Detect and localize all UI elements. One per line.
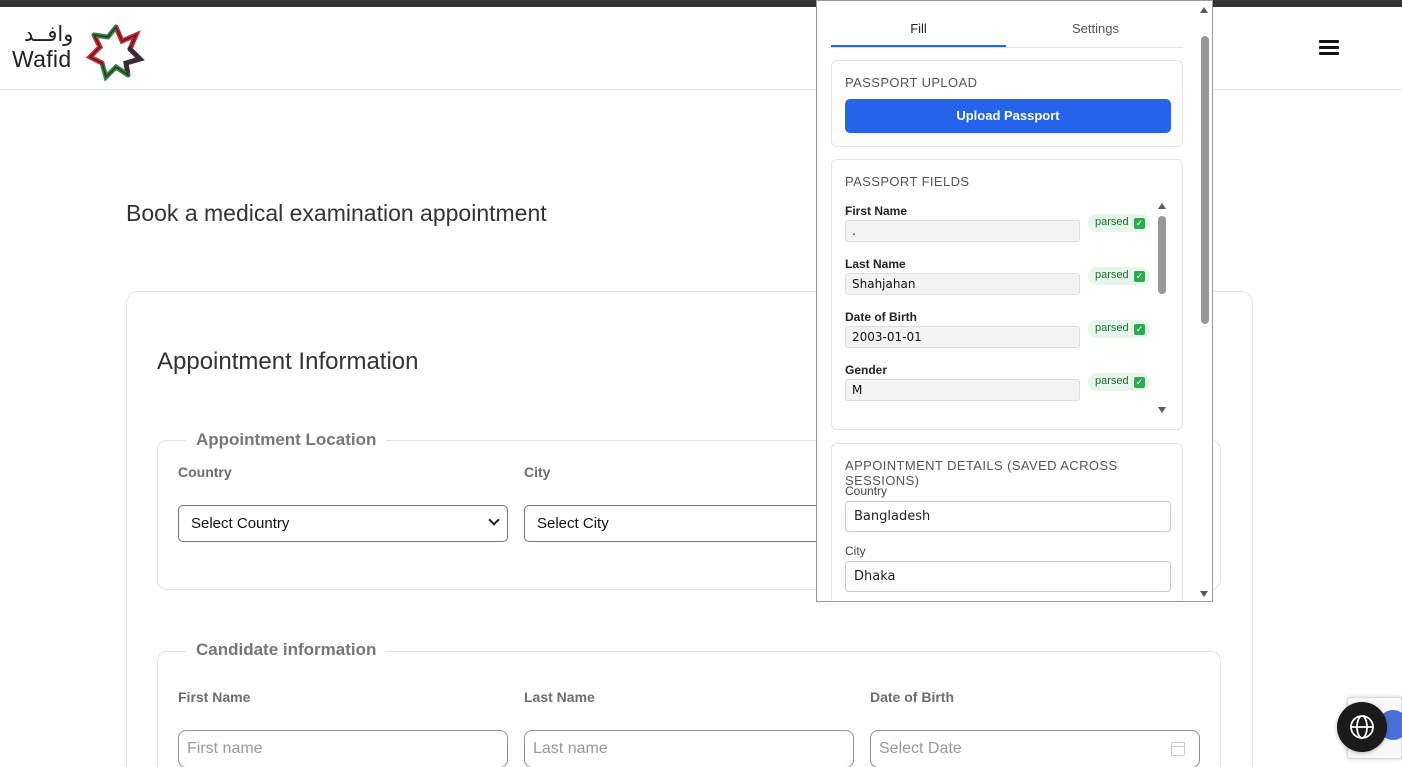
menu-bar (1319, 46, 1339, 49)
tab-fill[interactable]: Fill (831, 13, 1006, 47)
passport-first-name-input[interactable]: . (845, 220, 1080, 242)
extension-panel: Fill Settings PASSPORT UPLOAD Upload Pas… (816, 0, 1213, 602)
last-name-label: Last Name (524, 689, 595, 705)
checkbox-checked-icon: ✓ (1134, 271, 1145, 282)
date-of-birth-label: Date of Birth (870, 689, 954, 705)
passport-fields-title: PASSPORT FIELDS (845, 174, 970, 189)
candidate-information-legend: Candidate information (186, 640, 387, 660)
details-country-label: Country (845, 484, 888, 498)
parsed-badge: parsed ✓ (1088, 320, 1150, 338)
passport-last-name-label: Last Name (845, 257, 906, 271)
menu-bar (1319, 40, 1339, 43)
menu-bar (1319, 52, 1339, 55)
details-city-input[interactable]: Dhaka (845, 561, 1171, 592)
checkbox-checked-icon: ✓ (1134, 377, 1145, 388)
last-name-input[interactable]: Last name (524, 730, 854, 767)
passport-fields-scrollbar[interactable] (1157, 200, 1167, 416)
last-name-placeholder: Last name (533, 740, 608, 757)
passport-fields-section: PASSPORT FIELDS First Name . parsed ✓ La… (831, 159, 1183, 430)
first-name-input[interactable]: First name (178, 730, 508, 767)
tab-settings[interactable]: Settings (1008, 13, 1183, 47)
parsed-badge-text: parsed (1095, 375, 1129, 387)
logo-star-icon (86, 24, 145, 81)
page-title: Book a medical examination appointment (126, 200, 547, 226)
appointment-details-title: APPOINTMENT DETAILS (SAVED ACROSS SESSIO… (845, 458, 1118, 488)
date-of-birth-input[interactable]: Select Date (870, 730, 1200, 767)
parsed-badge-text: parsed (1095, 216, 1129, 228)
passport-dob-input[interactable]: 2003-01-01 (845, 326, 1080, 348)
city-select[interactable]: Select City (524, 505, 854, 542)
globe-icon (1350, 715, 1374, 739)
panel-scroll-up-arrow-icon[interactable] (1200, 7, 1208, 13)
first-name-placeholder: First name (187, 740, 263, 757)
passport-gender-input[interactable]: M (845, 379, 1080, 401)
city-label: City (524, 464, 551, 480)
details-country-input[interactable]: Bangladesh (845, 501, 1171, 532)
chevron-down-icon (488, 514, 500, 526)
passport-upload-title: PASSPORT UPLOAD (845, 75, 978, 90)
card-title: Appointment Information (157, 348, 419, 375)
parsed-badge: parsed ✓ (1088, 214, 1150, 232)
appointment-location-legend: Appointment Location (186, 430, 387, 450)
scroll-down-arrow-icon[interactable] (1158, 407, 1166, 413)
city-select-value: Select City (537, 515, 609, 532)
parsed-badge-text: parsed (1095, 269, 1129, 281)
logo-wordmark[interactable]: وافــد Wafid (12, 21, 90, 71)
parsed-badge: parsed ✓ (1088, 267, 1150, 285)
country-label: Country (178, 464, 232, 480)
logo-english-text: Wafid (12, 46, 72, 72)
appointment-details-section: APPOINTMENT DETAILS (SAVED ACROSS SESSIO… (831, 443, 1183, 601)
date-of-birth-placeholder: Select Date (879, 740, 962, 757)
country-select[interactable]: Select Country (178, 505, 508, 542)
calendar-icon[interactable] (1171, 742, 1185, 756)
language-button[interactable] (1337, 702, 1387, 752)
scroll-up-arrow-icon[interactable] (1158, 203, 1166, 209)
logo-arabic-text: وافــد (24, 22, 74, 46)
passport-upload-section: PASSPORT UPLOAD Upload Passport (831, 60, 1183, 147)
upload-passport-button[interactable]: Upload Passport (845, 99, 1171, 133)
parsed-badge-text: parsed (1095, 322, 1129, 334)
details-city-label: City (845, 544, 866, 558)
checkbox-checked-icon: ✓ (1134, 324, 1145, 335)
checkbox-checked-icon: ✓ (1134, 218, 1145, 229)
parsed-badge: parsed ✓ (1088, 373, 1150, 391)
passport-last-name-input[interactable]: Shahjahan (845, 273, 1080, 295)
panel-scrollbar-thumb[interactable] (1201, 36, 1209, 324)
extension-tabs: Fill Settings (831, 13, 1183, 48)
country-select-value: Select Country (191, 515, 290, 532)
panel-scroll-down-arrow-icon[interactable] (1200, 591, 1208, 597)
passport-gender-label: Gender (845, 363, 888, 377)
passport-first-name-label: First Name (845, 204, 908, 218)
first-name-label: First Name (178, 689, 251, 705)
passport-dob-label: Date of Birth (845, 310, 917, 324)
scrollbar-thumb[interactable] (1158, 216, 1166, 294)
hamburger-menu-button[interactable] (1316, 37, 1342, 61)
